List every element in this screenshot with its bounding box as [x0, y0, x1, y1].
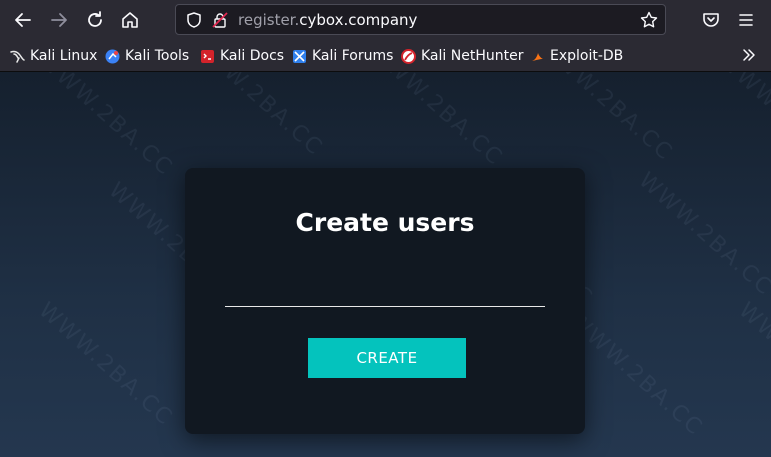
watermark-text: WWW.2BA.CC	[733, 297, 771, 432]
menu-button[interactable]	[734, 8, 758, 32]
username-input[interactable]	[225, 278, 545, 307]
bookmark-kali-tools[interactable]: Kali Tools	[105, 46, 189, 66]
bookmark-label: Kali Tools	[125, 48, 190, 64]
create-button[interactable]: CREATE	[308, 338, 466, 378]
pocket-icon	[703, 13, 719, 27]
create-users-card: Create users CREATE	[185, 168, 585, 434]
url-domain: cybox.company	[299, 11, 418, 29]
bookmark-label: Kali NetHunter	[421, 48, 524, 64]
bookmark-exploit-db[interactable]: Exploit-DB	[530, 46, 623, 66]
kali-forums-icon	[292, 49, 307, 64]
bookmark-label: Kali Linux	[30, 48, 98, 64]
watermark-text: WWW.2BA.CC	[33, 297, 178, 432]
watermark-text: WWW.2BA.CC	[713, 72, 771, 182]
watermark-text: WWW.2BA.CC	[183, 72, 328, 162]
kali-nethunter-icon	[401, 48, 416, 64]
back-arrow-icon	[15, 13, 31, 27]
home-button[interactable]	[118, 8, 142, 32]
page-title: Create users	[295, 208, 475, 237]
kali-tools-icon	[105, 49, 120, 64]
hamburger-menu-icon	[739, 14, 753, 26]
forward-button[interactable]	[47, 8, 71, 32]
exploit-db-icon	[530, 49, 545, 64]
bookmark-label: Exploit-DB	[550, 48, 624, 64]
kali-docs-icon	[200, 49, 215, 64]
address-bar[interactable]: register.cybox.company	[175, 4, 666, 35]
forward-arrow-icon	[51, 13, 67, 27]
url-text[interactable]: register.cybox.company	[238, 11, 417, 29]
bookmark-kali-linux[interactable]: Kali Linux	[10, 46, 97, 66]
bookmarks-toolbar: Kali Linux Kali Tools Kali Docs Kali For…	[0, 40, 771, 72]
shield-icon[interactable]	[186, 12, 202, 32]
url-subdomain: register.	[238, 11, 300, 29]
watermark-text: WWW.2BA.CC	[33, 72, 178, 182]
browser-toolbar: register.cybox.company	[0, 0, 771, 40]
bookmark-label: Kali Docs	[220, 48, 285, 64]
watermark-text: WWW.2BA.CC	[563, 307, 708, 442]
insecure-lock-icon[interactable]	[212, 12, 228, 32]
bookmark-kali-nethunter[interactable]: Kali NetHunter	[401, 46, 523, 66]
pocket-button[interactable]	[699, 8, 723, 32]
page-content: WWW.2BA.CC WWW.2BA.CC WWW.2BA.CC WWW.2BA.CC…	[0, 72, 771, 457]
kali-dragon-icon	[10, 49, 25, 64]
bookmark-star-icon[interactable]	[640, 11, 658, 33]
home-icon	[122, 12, 138, 28]
back-button[interactable]	[11, 8, 35, 32]
watermark-text: WWW.2BA.CC	[533, 72, 678, 167]
watermark-text: WWW.2BA.CC	[363, 72, 508, 172]
reload-icon	[88, 11, 102, 27]
bookmark-kali-forums[interactable]: Kali Forums	[292, 46, 393, 66]
watermark-text: WWW.2BA.CC	[633, 167, 771, 302]
bookmarks-overflow-chevron-icon[interactable]	[741, 47, 757, 67]
bookmark-kali-docs[interactable]: Kali Docs	[200, 46, 284, 66]
bookmark-label: Kali Forums	[312, 48, 394, 64]
reload-button[interactable]	[83, 8, 107, 32]
